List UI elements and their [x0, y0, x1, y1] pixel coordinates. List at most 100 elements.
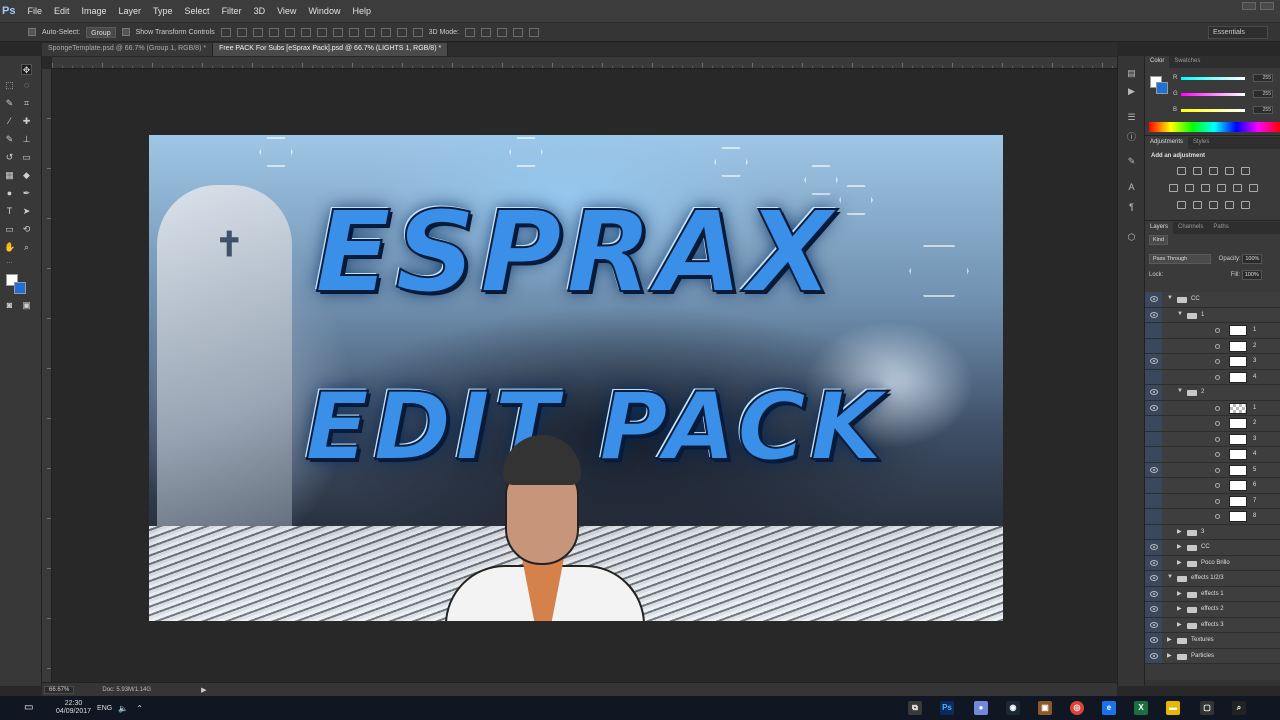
menu-3d[interactable]: 3D	[248, 6, 272, 16]
layer-row[interactable]: 8	[1145, 509, 1280, 525]
black-white-icon[interactable]	[1201, 184, 1210, 192]
red-track[interactable]	[1181, 76, 1245, 80]
transform-controls-checkbox[interactable]	[121, 28, 130, 36]
3d-slide-icon[interactable]	[512, 27, 523, 37]
auto-align-icon[interactable]	[412, 27, 423, 37]
menu-select[interactable]: Select	[179, 6, 216, 16]
eye-icon[interactable]	[1150, 652, 1158, 659]
layer-row[interactable]: 3	[1145, 431, 1280, 447]
eye-icon[interactable]	[1150, 311, 1158, 318]
healing-brush-tool-icon[interactable]: ✚	[21, 116, 32, 127]
layer-row[interactable]: 2	[1145, 416, 1280, 432]
expand-arrow-icon[interactable]: ▶	[1167, 652, 1172, 659]
3d-tool-icon[interactable]: ⟲	[21, 224, 32, 235]
pen-tool-icon[interactable]: ✒	[21, 188, 32, 199]
3d-rotate-icon[interactable]	[464, 27, 475, 37]
marquee-tool-icon[interactable]: ⬚	[4, 80, 15, 91]
brightness-icon[interactable]	[1177, 167, 1186, 175]
tab-swatches[interactable]: Swatches	[1169, 56, 1205, 68]
discord-icon[interactable]: ●	[974, 701, 988, 715]
hand-tool-icon[interactable]: ✋	[4, 242, 15, 253]
tab-color[interactable]: Color	[1145, 56, 1170, 68]
chrome-icon[interactable]: ◎	[1070, 701, 1084, 715]
layer-row[interactable]: 5	[1145, 462, 1280, 478]
layer-filter-dropdown[interactable]: Kind	[1149, 235, 1169, 245]
browser-icon[interactable]: e	[1102, 701, 1116, 715]
tab-channels[interactable]: Channels	[1173, 222, 1208, 234]
distribute-center-icon[interactable]	[380, 27, 391, 37]
align-middle-icon[interactable]	[236, 27, 247, 37]
eye-icon[interactable]	[1150, 296, 1158, 302]
menu-layer[interactable]: Layer	[113, 6, 148, 16]
layer-row[interactable]: 6	[1145, 478, 1280, 494]
info-icon[interactable]: ⓘ	[1126, 132, 1137, 143]
blue-track[interactable]	[1181, 108, 1245, 112]
distribute-middle-icon[interactable]	[332, 27, 343, 37]
tab-adjustments[interactable]: Adjustments	[1145, 137, 1189, 149]
tab-free-pack[interactable]: Free PACK For Subs [eSprax Pack].psd @ 6…	[213, 43, 449, 56]
eye-icon[interactable]	[1150, 637, 1158, 643]
layer-group-row[interactable]: ▼ 1	[1145, 307, 1280, 323]
minimize-button[interactable]	[1242, 2, 1256, 10]
crop-tool-icon[interactable]: ⌗	[21, 98, 32, 109]
levels-icon[interactable]	[1193, 167, 1202, 175]
eraser-tool-icon[interactable]: ▭	[21, 152, 32, 163]
red-value[interactable]: 255	[1253, 74, 1273, 82]
photo-filter-icon[interactable]	[1217, 184, 1226, 192]
workspace-dropdown[interactable]: Essentials	[1208, 26, 1268, 39]
eye-icon[interactable]	[1150, 544, 1158, 550]
eye-icon[interactable]	[1150, 559, 1158, 566]
history-brush-tool-icon[interactable]: ↺	[4, 152, 15, 163]
collapse-arrow-icon[interactable]: ▼	[1167, 574, 1173, 580]
expand-arrow-icon[interactable]: ▶	[1177, 543, 1182, 550]
eye-icon[interactable]	[1150, 621, 1158, 628]
opacity-input[interactable]: 100%	[1242, 254, 1263, 264]
expand-arrow-icon[interactable]: ▶	[1167, 636, 1172, 643]
layer-row[interactable]: 2	[1145, 338, 1280, 354]
red-slider[interactable]: R 255	[1173, 74, 1278, 82]
eye-icon[interactable]	[1150, 389, 1158, 395]
color-lookup-icon[interactable]	[1249, 184, 1258, 192]
align-top-icon[interactable]	[220, 27, 231, 37]
file-explorer-icon[interactable]: ▬	[1166, 701, 1180, 715]
eye-icon[interactable]	[1150, 606, 1158, 612]
more-tools-icon[interactable]: ···	[4, 258, 15, 269]
layer-group-row[interactable]: ▼ 2	[1145, 385, 1280, 401]
eye-icon[interactable]	[1150, 404, 1158, 411]
layer-row[interactable]: 7	[1145, 493, 1280, 509]
blue-slider[interactable]: B 255	[1173, 106, 1278, 114]
selective-color-icon[interactable]	[1241, 201, 1250, 209]
expand-arrow-icon[interactable]: ▶	[1177, 528, 1182, 535]
layer-row[interactable]: 3	[1145, 354, 1280, 370]
menu-help[interactable]: Help	[346, 6, 377, 16]
properties-icon[interactable]: ☰	[1126, 112, 1137, 123]
layer-row[interactable]: 1	[1145, 323, 1280, 339]
notification-icon[interactable]: ▭	[24, 700, 46, 716]
3d-roll-icon[interactable]	[480, 27, 491, 37]
collapse-arrow-icon[interactable]: ▼	[1177, 388, 1183, 394]
3d-pan-icon[interactable]	[496, 27, 507, 37]
vibrance-icon[interactable]	[1241, 167, 1250, 175]
distribute-bottom-icon[interactable]	[348, 27, 359, 37]
layer-row[interactable]: 4	[1145, 369, 1280, 385]
volume-icon[interactable]: 🔈	[118, 704, 128, 713]
blur-tool-icon[interactable]: ◆	[21, 170, 32, 181]
layer-group-row[interactable]: ▶ effects 1	[1145, 586, 1280, 602]
exposure-icon[interactable]	[1225, 167, 1234, 175]
canvas-area[interactable]: ✝ ESPRAX EDIT PACK	[52, 69, 1117, 682]
menu-window[interactable]: Window	[302, 6, 346, 16]
paragraph-icon[interactable]: ¶	[1126, 202, 1137, 213]
distribute-top-icon[interactable]	[316, 27, 327, 37]
eye-icon[interactable]	[1150, 466, 1158, 473]
collapse-arrow-icon[interactable]: ▼	[1177, 311, 1183, 317]
eye-icon[interactable]	[1150, 358, 1158, 364]
threshold-icon[interactable]	[1209, 201, 1218, 209]
collapse-arrow-icon[interactable]: ▼	[1167, 295, 1173, 301]
restore-button[interactable]	[1260, 2, 1274, 10]
gradient-map-icon[interactable]	[1225, 201, 1234, 209]
move-tool-icon[interactable]: ✥	[21, 64, 32, 75]
blue-value[interactable]: 255	[1253, 106, 1273, 114]
menu-type[interactable]: Type	[147, 6, 179, 16]
path-select-tool-icon[interactable]: ➤	[21, 206, 32, 217]
tab-layers[interactable]: Layers	[1145, 222, 1174, 234]
